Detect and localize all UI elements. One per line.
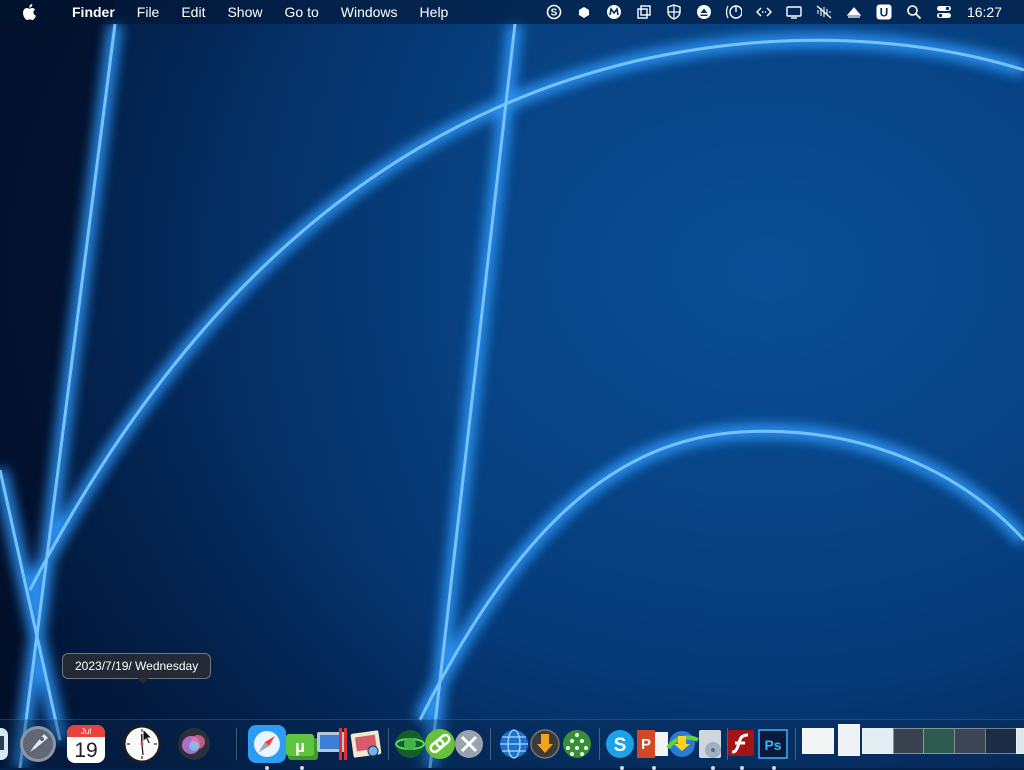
menu-bar: Finder File Edit Show Go to Windows Help…	[0, 0, 1024, 24]
dock-siri[interactable]	[174, 724, 214, 764]
running-indicator	[652, 766, 656, 770]
upload-icon[interactable]	[846, 4, 862, 20]
skype-icon[interactable]: S	[546, 4, 562, 20]
minimized-window-7[interactable]	[985, 728, 1017, 754]
mute-icon[interactable]	[816, 4, 832, 20]
dock-preview[interactable]	[346, 724, 386, 764]
search-icon[interactable]	[906, 4, 922, 20]
dock-separator	[388, 728, 389, 760]
menu-edit[interactable]: Edit	[170, 0, 216, 24]
dock-separator	[599, 728, 600, 760]
minimized-window-3[interactable]	[862, 728, 894, 754]
u-badge-icon[interactable]: U	[876, 4, 892, 20]
dock-separator	[795, 728, 796, 760]
minimized-window-1[interactable]	[802, 728, 834, 754]
menu-file[interactable]: File	[126, 0, 171, 24]
svg-text:U: U	[880, 6, 889, 20]
dock-safari[interactable]	[247, 724, 287, 770]
display-icon[interactable]	[786, 4, 802, 20]
running-indicator	[711, 766, 715, 770]
control-center-icon[interactable]	[936, 4, 952, 20]
dock-separator	[490, 728, 491, 760]
calendar-month: Jul	[81, 727, 91, 736]
svg-text:S: S	[551, 8, 558, 19]
menu-clock[interactable]: 16:27	[967, 4, 1002, 20]
power-icon[interactable]	[725, 4, 742, 20]
minimized-window-8[interactable]	[1016, 728, 1024, 754]
eject-icon[interactable]	[696, 4, 712, 20]
calendar-day: 19	[74, 739, 97, 762]
minimized-window-2[interactable]	[838, 724, 860, 756]
svg-text:µ: µ	[295, 737, 305, 756]
menu-show[interactable]: Show	[216, 0, 273, 24]
svg-text:P: P	[641, 736, 651, 753]
minimized-window-5[interactable]	[923, 728, 955, 754]
cloud-box-icon[interactable]	[576, 4, 592, 20]
malwarebytes-icon[interactable]	[606, 4, 622, 20]
code-icon[interactable]	[755, 4, 772, 20]
svg-text:Ps: Ps	[764, 737, 781, 753]
running-indicator	[265, 766, 269, 770]
dock-utilities[interactable]	[452, 724, 492, 764]
shield-icon[interactable]	[666, 4, 682, 20]
mouse-cursor-icon	[142, 728, 154, 745]
running-indicator	[740, 766, 744, 770]
running-indicator	[772, 766, 776, 770]
clock-tooltip: 2023/7/19/ Wednesday	[62, 653, 212, 684]
apple-logo-icon[interactable]	[22, 4, 36, 20]
svg-text:S: S	[614, 735, 627, 756]
minimized-window-6[interactable]	[954, 728, 986, 754]
dock: Jul 19 µ S P Ps	[0, 719, 1024, 770]
dock-finder[interactable]	[0, 724, 12, 764]
dock-launchpad[interactable]	[18, 724, 58, 764]
dock-calendar[interactable]: Jul 19	[66, 724, 106, 764]
menu-go-to[interactable]: Go to	[274, 0, 330, 24]
menu-finder[interactable]: Finder	[58, 0, 126, 24]
minimized-window-4[interactable]	[893, 728, 925, 754]
menu-windows[interactable]: Windows	[330, 0, 409, 24]
dock-separator	[236, 728, 237, 760]
menu-help[interactable]: Help	[409, 0, 460, 24]
dock-grid-app[interactable]	[559, 724, 599, 764]
stack-icon[interactable]	[636, 4, 652, 20]
running-indicator	[620, 766, 624, 770]
running-indicator	[300, 766, 304, 770]
dock-photoshop[interactable]: Ps	[754, 724, 794, 770]
